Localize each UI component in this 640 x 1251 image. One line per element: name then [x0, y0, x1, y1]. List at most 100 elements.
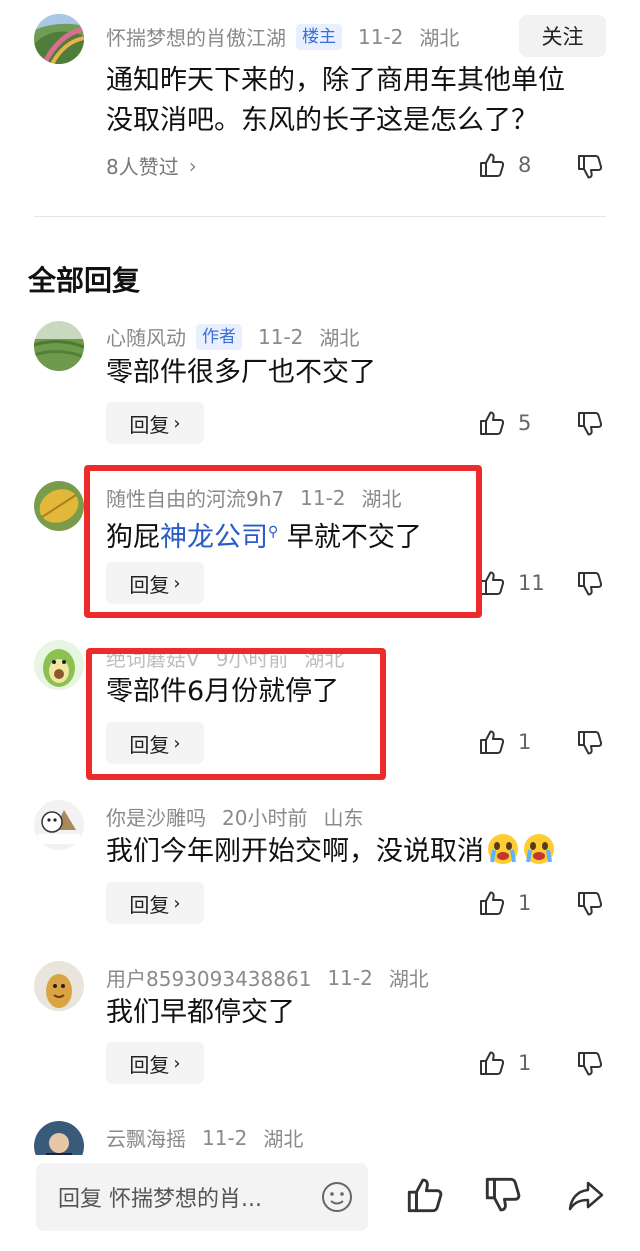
- comment-meta: 怀揣梦想的肖傲江湖 楼主 11-2 湖北: [106, 22, 459, 51]
- follow-button[interactable]: 关注: [519, 15, 606, 57]
- reply-meta: 你是沙雕吗 20小时前 山东: [106, 802, 363, 831]
- share-icon[interactable]: [566, 1175, 606, 1215]
- reply-button[interactable]: 回复 ›: [106, 882, 204, 924]
- like-button[interactable]: 11: [478, 569, 545, 597]
- like-button[interactable]: 1: [478, 728, 531, 756]
- thumb-up-icon: [478, 728, 506, 756]
- emoji-icon[interactable]: [320, 1180, 354, 1214]
- reply-label: 回复: [129, 572, 170, 597]
- avatar[interactable]: [34, 961, 84, 1011]
- reply-button[interactable]: 回复 ›: [106, 722, 204, 764]
- like-button[interactable]: 5: [478, 409, 531, 437]
- comment-line: 没取消吧。东风的长子这是怎么了？: [106, 105, 538, 136]
- avatar[interactable]: [34, 481, 84, 531]
- username[interactable]: 随性自由的河流9h7: [106, 483, 284, 512]
- reply-meta: 绝词蘑菇V 9小时前 湖北: [106, 643, 344, 672]
- username[interactable]: 怀揣梦想的肖傲江湖: [106, 22, 286, 51]
- reply-text: 我们今年刚开始交啊，没说取消: [106, 836, 484, 867]
- like-button[interactable]: 1: [478, 889, 531, 917]
- thumb-down-icon[interactable]: [576, 570, 604, 598]
- reply-meta: 随性自由的河流9h7 11-2 湖北: [106, 483, 402, 512]
- bottom-bar: 回复 怀揣梦想的肖...: [0, 1155, 640, 1251]
- reply-input-placeholder: 回复 怀揣梦想的肖...: [58, 1187, 262, 1212]
- like-count: 1: [518, 730, 532, 754]
- likers-link[interactable]: 8人赞过 ›: [106, 151, 197, 180]
- username[interactable]: 云飘海摇: [106, 1123, 186, 1152]
- username[interactable]: 心随风动: [106, 322, 186, 351]
- thumb-up-icon: [478, 569, 506, 597]
- thumb-down-icon[interactable]: [576, 890, 604, 918]
- chevron-right-icon: ›: [173, 1052, 181, 1074]
- thumb-down-icon[interactable]: [483, 1175, 523, 1215]
- avatar[interactable]: [34, 800, 84, 850]
- reply-location: 山东: [323, 806, 364, 830]
- reply-content: 我们早都停交了: [106, 997, 295, 1028]
- avatar[interactable]: [34, 640, 84, 690]
- thumb-down-icon[interactable]: [576, 729, 604, 757]
- reply-meta: 用户8593093438861 11-2 湖北: [106, 963, 429, 992]
- keyword-link[interactable]: 神龙公司: [160, 522, 268, 553]
- like-count: 8: [518, 153, 532, 177]
- reply-text: 狗屁: [106, 522, 160, 553]
- username[interactable]: 用户8593093438861: [106, 963, 311, 992]
- reply-location: 湖北: [304, 647, 345, 671]
- reply-location: 湖北: [263, 1127, 304, 1151]
- likers-text: 8人赞过: [106, 155, 179, 179]
- reply-content: 零部件6月份就停了: [106, 676, 340, 707]
- reply-content: 狗屁神龙公司⚲ 早就不交了: [106, 512, 422, 558]
- crying-face-icon: [524, 834, 554, 864]
- like-button[interactable]: 8: [478, 151, 531, 179]
- like-count: 1: [518, 1051, 532, 1075]
- reply-label: 回复: [129, 732, 170, 757]
- username[interactable]: 你是沙雕吗: [106, 802, 206, 831]
- reply-label: 回复: [129, 892, 170, 917]
- reply-content: 我们今年刚开始交啊，没说取消: [106, 832, 556, 872]
- like-button[interactable]: 1: [478, 1049, 531, 1077]
- chevron-right-icon: ›: [173, 412, 181, 434]
- thumb-down-icon[interactable]: [576, 410, 604, 438]
- reply-date: 11-2: [258, 324, 304, 349]
- comment-line: 通知昨天下来的，除了商用车其他单位: [106, 65, 565, 96]
- like-count: 1: [518, 891, 532, 915]
- thumb-down-icon[interactable]: [576, 153, 604, 181]
- reply-date: 11-2: [327, 965, 373, 990]
- reply-button[interactable]: 回复 ›: [106, 402, 204, 444]
- reply-button[interactable]: 回复 ›: [106, 1042, 204, 1084]
- reply-input[interactable]: 回复 怀揣梦想的肖...: [36, 1163, 368, 1231]
- chevron-right-icon: ›: [173, 892, 181, 914]
- thumb-up-icon: [478, 889, 506, 917]
- reply-location: 湖北: [319, 326, 360, 350]
- reply-label: 回复: [129, 412, 170, 437]
- reply-meta: 云飘海摇 11-2 湖北: [106, 1123, 303, 1152]
- reply-date: 11-2: [300, 485, 346, 510]
- comment-location: 湖北: [419, 26, 460, 50]
- reply-text: 早就不交了: [286, 522, 422, 553]
- divider: [34, 216, 606, 217]
- thumb-down-icon[interactable]: [576, 1050, 604, 1078]
- comment-content: 通知昨天下来的，除了商用车其他单位 没取消吧。东风的长子这是怎么了？: [106, 61, 565, 141]
- author-badge: 作者: [196, 323, 242, 350]
- chevron-right-icon: ›: [188, 153, 197, 178]
- search-icon[interactable]: ⚲: [268, 524, 278, 540]
- thumb-up-icon[interactable]: [405, 1175, 445, 1215]
- username[interactable]: 绝词蘑菇V: [106, 643, 200, 672]
- comment-date: 11-2: [358, 24, 404, 49]
- avatar[interactable]: [34, 14, 84, 64]
- section-title: 全部回复: [28, 264, 141, 297]
- reply-content: 零部件很多厂也不交了: [106, 357, 376, 388]
- thumb-up-icon: [478, 409, 506, 437]
- reply-date: 11-2: [202, 1125, 248, 1150]
- like-count: 5: [518, 411, 532, 435]
- reply-location: 湖北: [361, 487, 402, 511]
- chevron-right-icon: ›: [173, 572, 181, 594]
- thumb-up-icon: [478, 1049, 506, 1077]
- reply-date: 9小时前: [215, 647, 289, 671]
- crying-face-icon: [488, 834, 518, 864]
- thumb-up-icon: [478, 151, 506, 179]
- reply-date: 20小时前: [222, 806, 308, 830]
- avatar[interactable]: [34, 321, 84, 371]
- chevron-right-icon: ›: [173, 732, 181, 754]
- op-badge: 楼主: [296, 23, 342, 50]
- reply-meta: 心随风动 作者 11-2 湖北: [106, 322, 359, 351]
- reply-button[interactable]: 回复 ›: [106, 562, 204, 604]
